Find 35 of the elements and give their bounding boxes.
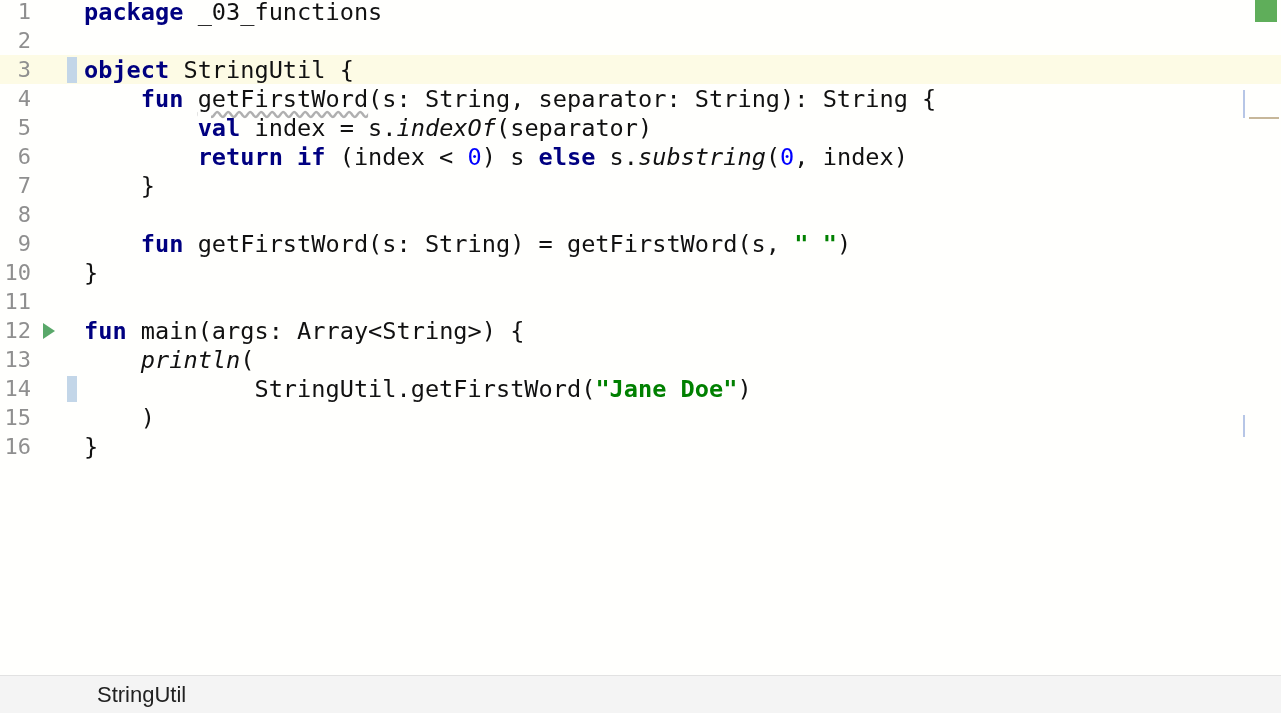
run-icon[interactable]: [43, 322, 55, 339]
line-number: 11: [3, 289, 31, 314]
warning-stripe-mark: [1249, 117, 1279, 119]
code-line: }: [84, 432, 99, 461]
change-stripe-mark: [1243, 90, 1245, 118]
line-number: 10: [3, 260, 31, 285]
line-number: 16: [3, 434, 31, 459]
line-number: 15: [3, 405, 31, 430]
code-line: val index = s.indexOf(separator): [196, 113, 653, 142]
code-line: object StringUtil {: [84, 55, 354, 84]
code-line: println(: [139, 345, 255, 374]
inspection-ok-icon: [1255, 0, 1277, 22]
code-line: return if (index < 0) s else s.substring(0, index): [196, 142, 908, 171]
line-number: 12: [3, 318, 31, 343]
line-number: 14: [3, 376, 31, 401]
line-number: 5: [16, 115, 31, 140]
line-number: 2: [16, 28, 31, 53]
code-line: fun getFirstWord(s: String) = getFirstWord(s, " "): [139, 229, 852, 258]
code-line: }: [84, 258, 99, 287]
line-number: 6: [16, 144, 31, 169]
line-number: 7: [16, 173, 31, 198]
line-number: 4: [16, 86, 31, 111]
code-line: StringUtil.getFirstWord("Jane Doe"): [253, 374, 752, 403]
code-line: fun main(args: Array<String>) {: [84, 316, 525, 345]
change-stripe-mark: [1243, 415, 1245, 437]
code-line: ): [139, 403, 156, 432]
line-number: 8: [16, 202, 31, 227]
code-line: package _03_functions: [84, 0, 383, 26]
line-number: 9: [16, 231, 31, 256]
line-number: 13: [3, 347, 31, 372]
breadcrumb[interactable]: StringUtil: [97, 681, 187, 708]
code-line: fun getFirstWord(s: String, separator: String): String {: [139, 84, 937, 113]
code-line: }: [139, 171, 156, 200]
line-number: 3: [16, 57, 31, 82]
line-number: 1: [16, 0, 31, 24]
